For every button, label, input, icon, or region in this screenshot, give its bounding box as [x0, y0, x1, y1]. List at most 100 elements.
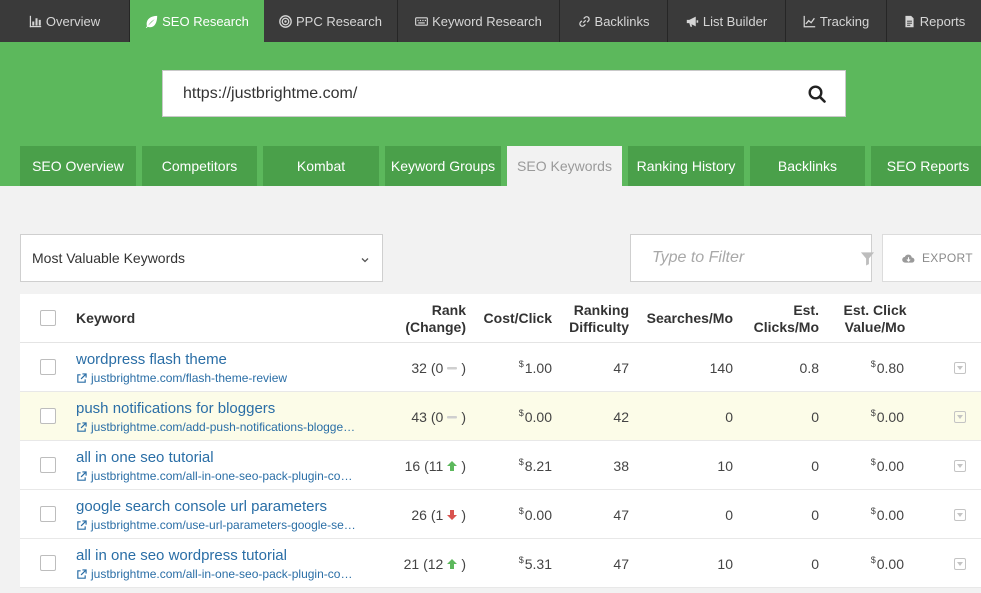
ranking-url-link[interactable]: justbrightme.com/add-push-notifications-…	[76, 420, 355, 434]
rank-cell: 21 (12)	[403, 555, 466, 572]
keyword-link[interactable]: wordpress flash theme	[76, 351, 227, 368]
difficulty-value: 47	[613, 359, 629, 376]
row-checkbox[interactable]	[40, 555, 56, 571]
external-link-icon	[76, 568, 87, 580]
subtab-label: Competitors	[161, 158, 238, 174]
rank-change: 0	[435, 359, 444, 376]
col-est-clicks[interactable]: Est. Clicks/Mo	[739, 294, 819, 343]
export-button[interactable]: EXPORT	[882, 234, 981, 282]
value-cell: $0.00	[824, 392, 904, 441]
ranking-url-link[interactable]: justbrightme.com/all-in-one-seo-pack-plu…	[76, 469, 352, 483]
domain-search-input[interactable]	[163, 84, 789, 103]
ranking-url: justbrightme.com/add-push-notifications-…	[91, 420, 356, 434]
subtab-backlinks[interactable]: Backlinks	[750, 146, 865, 186]
nav-tracking[interactable]: Tracking	[786, 0, 887, 42]
keyword-view-select[interactable]: Most Valuable Keywords	[20, 234, 383, 282]
subtab-ranking-history[interactable]: Ranking History	[628, 146, 744, 186]
subtab-label: SEO Keywords	[517, 158, 612, 174]
row-checkbox[interactable]	[40, 506, 56, 522]
col-rank[interactable]: Rank (Change)	[386, 294, 466, 343]
clicks-value: 0	[811, 555, 819, 572]
difficulty-cell: 47	[549, 343, 629, 392]
keyword-link[interactable]: all in one seo tutorial	[76, 449, 214, 466]
keywords-table: Keyword Rank (Change) Cost/Click Ranking D…	[20, 294, 981, 588]
difficulty-value: 47	[613, 506, 629, 523]
header-text: Value/Mo	[844, 318, 906, 335]
header-text: Keyword	[76, 310, 136, 326]
col-searches[interactable]: Searches/Mo	[633, 294, 733, 343]
subtab-competitors[interactable]: Competitors	[142, 146, 257, 186]
nav-label: Tracking	[819, 13, 870, 29]
cost-cell: $8.21	[472, 441, 552, 490]
caret-down-icon	[957, 415, 963, 419]
nav-overview[interactable]: Overview	[0, 0, 130, 42]
row-checkbox[interactable]	[40, 457, 56, 473]
ranking-url-link[interactable]: justbrightme.com/flash-theme-review	[76, 371, 287, 385]
external-link-icon	[76, 470, 87, 482]
nav-reports[interactable]: Reports	[887, 0, 981, 42]
funnel-icon[interactable]	[860, 251, 875, 266]
subtab-seo-overview[interactable]: SEO Overview	[20, 146, 136, 186]
table-body: wordpress flash theme justbrightme.com/fl…	[20, 343, 981, 588]
nav-seo-research[interactable]: SEO Research	[130, 0, 264, 42]
row-menu-button[interactable]	[954, 509, 966, 521]
cost-value: 1.00	[524, 359, 552, 376]
nav-label: Reports	[919, 13, 966, 29]
row-checkbox[interactable]	[40, 408, 56, 424]
nav-label: Overview	[45, 13, 101, 29]
external-link-icon	[76, 519, 87, 531]
subtab-seo-keywords[interactable]: SEO Keywords	[507, 146, 622, 186]
difficulty-cell: 38	[549, 441, 629, 490]
row-menu-button[interactable]	[954, 460, 966, 472]
target-icon	[279, 14, 292, 28]
row-checkbox[interactable]	[40, 359, 56, 375]
header-text: Rank	[431, 301, 466, 318]
row-menu-button[interactable]	[954, 558, 966, 570]
currency-symbol: $	[518, 407, 524, 418]
subtab-seo-reports[interactable]: SEO Reports	[871, 146, 981, 186]
value-cell: $0.80	[824, 343, 904, 392]
keyword-link[interactable]: all in one seo wordpress tutorial	[76, 547, 287, 564]
search-button[interactable]	[789, 71, 845, 116]
trend-down-icon	[446, 509, 458, 521]
nav-list-builder[interactable]: List Builder	[668, 0, 786, 42]
select-all-checkbox[interactable]	[40, 310, 56, 326]
rank-value: 16	[404, 457, 421, 474]
nav-keyword-research[interactable]: Keyword Research	[398, 0, 560, 42]
searches-value: 0	[725, 408, 733, 425]
rank-value: 26	[411, 506, 427, 523]
rank-change: 12	[427, 555, 444, 572]
cloud-download-icon	[902, 253, 915, 264]
row-menu-button[interactable]	[954, 362, 966, 374]
searches-cell: 10	[633, 539, 733, 588]
subtab-keyword-groups[interactable]: Keyword Groups	[385, 146, 501, 186]
filter-input[interactable]	[631, 249, 860, 267]
col-cost-per-click[interactable]: Cost/Click	[472, 294, 552, 343]
table-row: all in one seo tutorial justbrightme.com/…	[20, 441, 981, 490]
trend-none-icon	[446, 411, 458, 423]
subtab-kombat[interactable]: Kombat	[263, 146, 379, 186]
clicks-cell: 0	[739, 392, 819, 441]
difficulty-cell: 47	[549, 490, 629, 539]
header-text: Est. Click	[843, 301, 907, 318]
external-link-icon	[76, 421, 87, 433]
nav-label: Backlinks	[594, 13, 650, 29]
row-menu-button[interactable]	[954, 411, 966, 423]
col-ranking-difficulty[interactable]: Ranking Difficulty	[549, 294, 629, 343]
col-est-click-value[interactable]: Est. Click Value/Mo	[832, 294, 918, 343]
nav-ppc-research[interactable]: PPC Research	[264, 0, 398, 42]
col-keyword[interactable]: Keyword	[76, 294, 135, 343]
ranking-url-link[interactable]: justbrightme.com/all-in-one-seo-pack-plu…	[76, 567, 352, 581]
ranking-url: justbrightme.com/all-in-one-seo-pack-plu…	[91, 567, 353, 581]
caret-down-icon	[957, 513, 963, 517]
chevron-down-icon	[360, 252, 370, 268]
keyword-link[interactable]: google search console url parameters	[76, 498, 327, 515]
nav-backlinks[interactable]: Backlinks	[560, 0, 668, 42]
keyword-link[interactable]: push notifications for bloggers	[76, 400, 275, 417]
clicks-cell: 0	[739, 490, 819, 539]
ranking-url-link[interactable]: justbrightme.com/use-url-parameters-goog…	[76, 518, 356, 532]
table-row: google search console url parameters just…	[20, 490, 981, 539]
searches-value: 10	[717, 457, 733, 474]
difficulty-value: 42	[613, 408, 629, 425]
currency-symbol: $	[870, 358, 876, 369]
